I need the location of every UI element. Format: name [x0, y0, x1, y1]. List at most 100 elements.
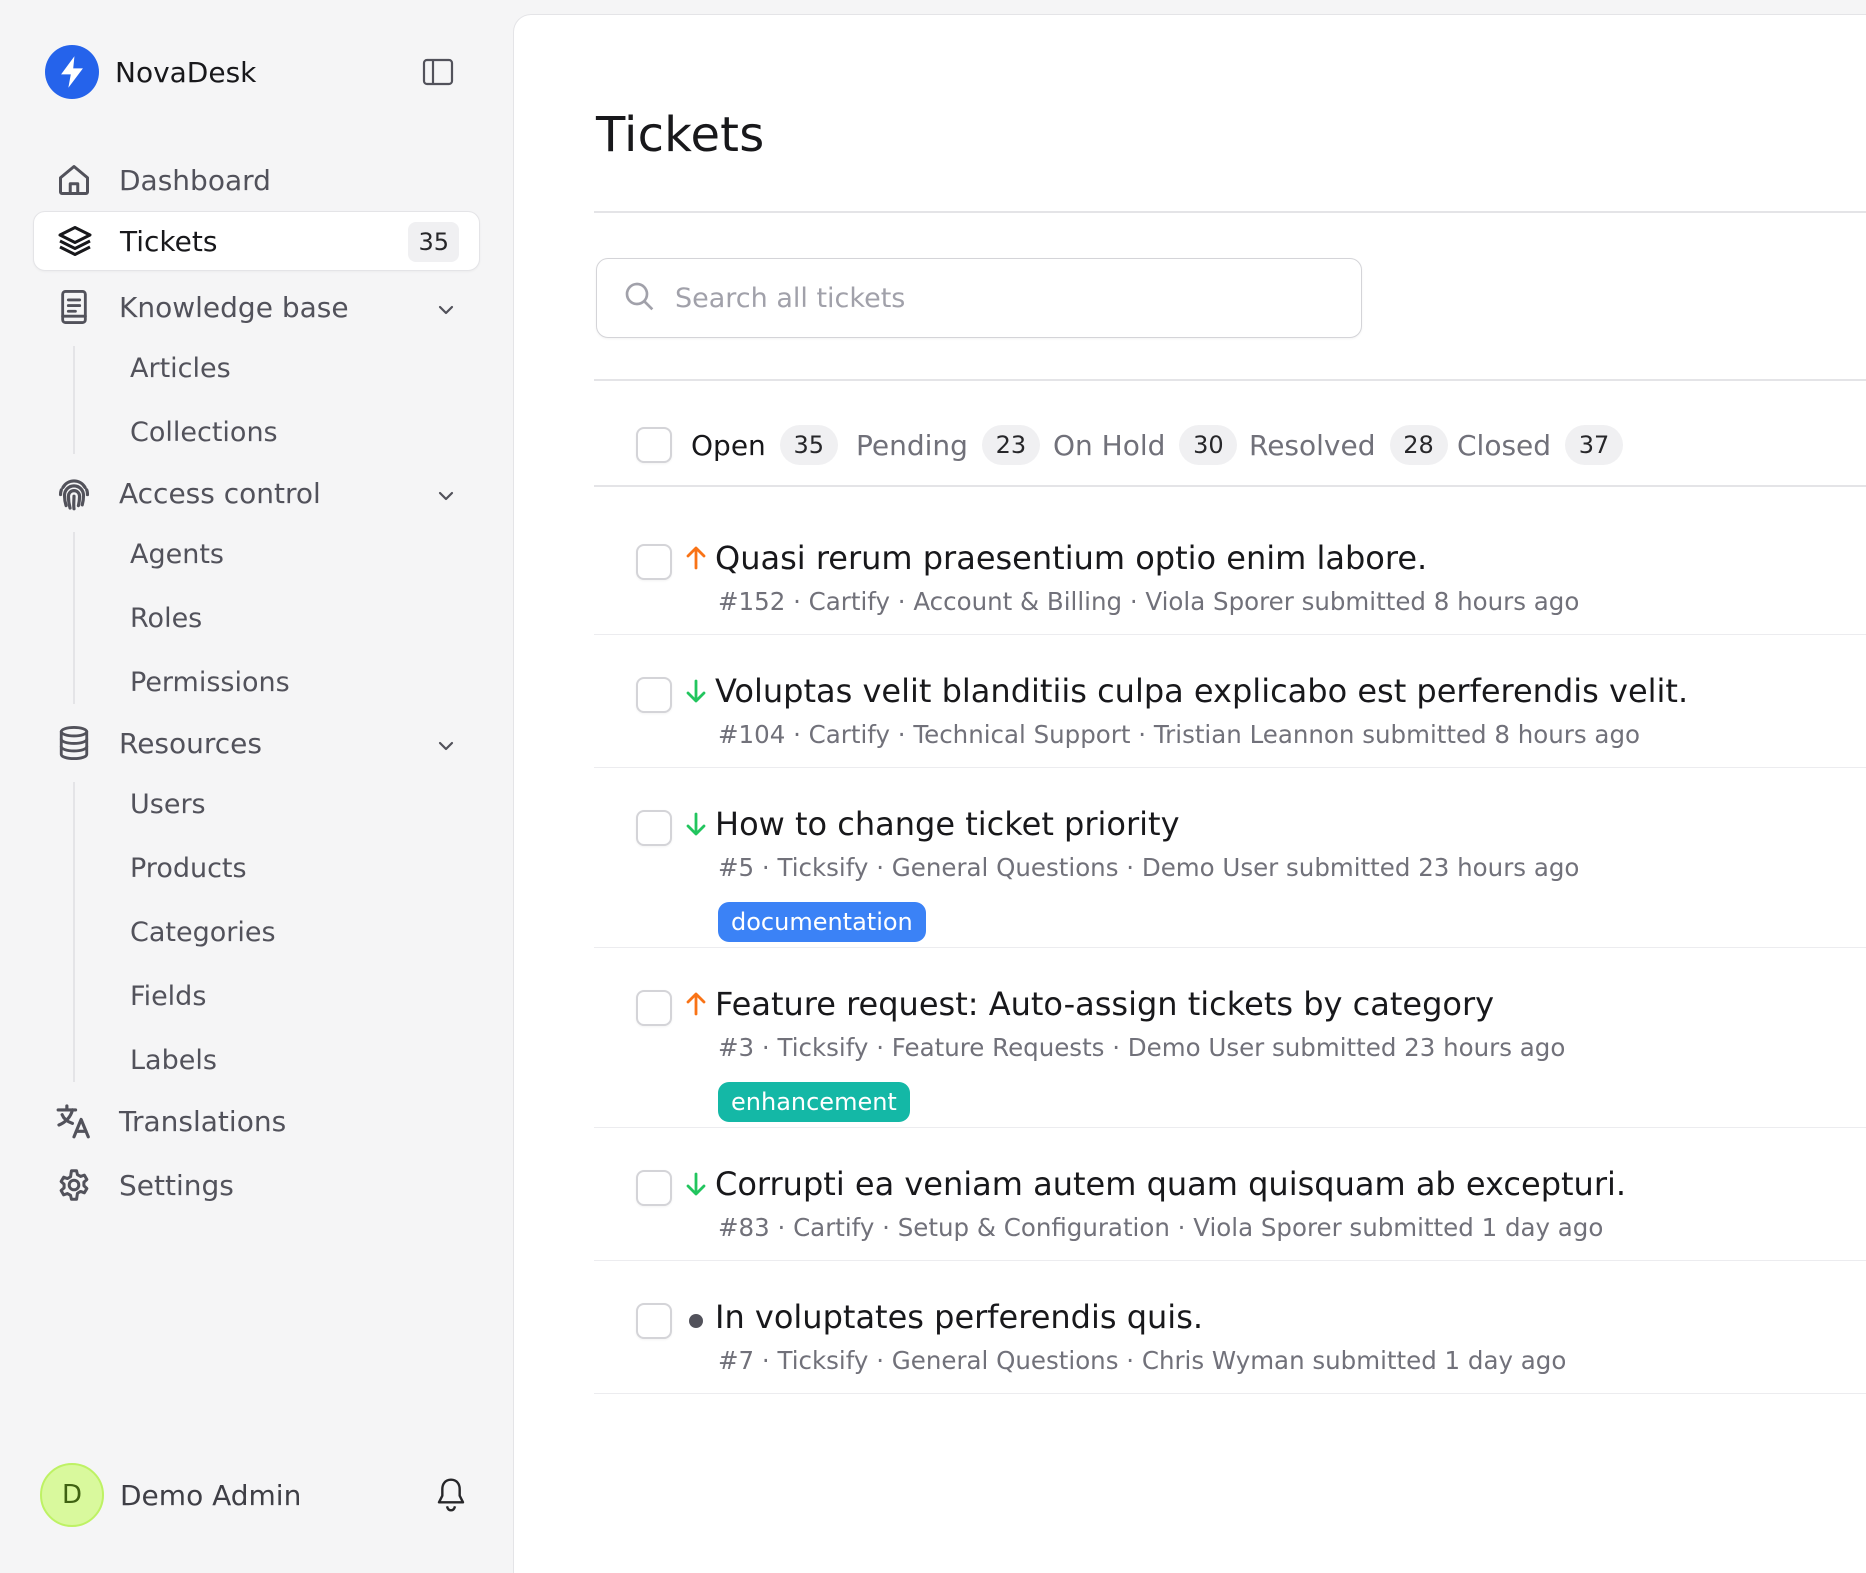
ticket-checkbox[interactable]: [636, 810, 672, 846]
ticket-checkbox[interactable]: [636, 544, 672, 580]
app-root: NovaDesk Dashboard Tickets 35 Knowledge bas…: [0, 0, 1866, 1573]
sidebar-item-label: Tickets: [120, 224, 218, 258]
ticket-row[interactable]: How to change ticket priority #5 · Ticksi…: [594, 768, 1866, 948]
user-menu[interactable]: D Demo Admin: [40, 1462, 472, 1528]
sidebar-item-label: Dashboard: [119, 163, 271, 197]
ticket-title[interactable]: Corrupti ea veniam autem quam quisquam a…: [715, 1165, 1626, 1203]
fingerprint-icon: [54, 473, 94, 513]
tab-count-badge: 30: [1179, 425, 1238, 465]
ticket-checkbox[interactable]: [636, 677, 672, 713]
tab-count-badge: 35: [779, 425, 838, 465]
sidebar-item-resources[interactable]: Resources: [33, 711, 480, 775]
ticket-meta: #7 · Ticksify · General Questions · Chri…: [718, 1346, 1567, 1375]
ticket-row[interactable]: Corrupti ea veniam autem quam quisquam a…: [594, 1128, 1866, 1261]
dot-icon: [680, 1305, 712, 1337]
ticket-title[interactable]: In voluptates perferendis quis.: [715, 1298, 1203, 1336]
sidebar-item-knowledge[interactable]: Knowledge base: [33, 275, 480, 339]
arrow-up-icon: [680, 542, 712, 574]
arrow-down-icon: [680, 808, 712, 840]
brand-name: NovaDesk: [115, 55, 257, 89]
ticket-checkbox[interactable]: [636, 1303, 672, 1339]
arrow-down-icon: [680, 1168, 712, 1200]
tab-open[interactable]: Open 35: [691, 422, 838, 468]
ticket-list: Quasi rerum praesentium optio enim labor…: [594, 502, 1866, 1394]
divider: [594, 485, 1866, 487]
brand[interactable]: NovaDesk: [45, 44, 256, 100]
divider: [594, 211, 1866, 213]
ticket-title[interactable]: Quasi rerum praesentium optio enim labor…: [715, 539, 1427, 577]
ticket-meta: #104 · Cartify · Technical Support · Tri…: [718, 720, 1640, 749]
sidebar-item-label: Resources: [119, 726, 262, 760]
chevron-down-icon[interactable]: [436, 736, 456, 756]
subnav-item-roles[interactable]: Roles: [33, 586, 480, 650]
ticket-title[interactable]: Feature request: Auto-assign tickets by …: [715, 985, 1494, 1023]
ticket-title[interactable]: Voluptas velit blanditiis culpa explicab…: [715, 672, 1688, 710]
database-icon: [54, 723, 94, 763]
ticket-checkbox[interactable]: [636, 990, 672, 1026]
sidebar-item-label: Knowledge base: [119, 290, 349, 324]
count-badge: 35: [408, 222, 459, 262]
sidebar-item-label: Translations: [119, 1104, 287, 1138]
label-badge[interactable]: enhancement: [718, 1082, 910, 1122]
subnav-item-categories[interactable]: Categories: [33, 900, 480, 964]
tab-label: Resolved: [1249, 428, 1376, 462]
home-icon: [54, 160, 94, 200]
book-icon: [54, 287, 94, 327]
sidebar-item-label: Access control: [119, 476, 321, 510]
sidebar-item-access[interactable]: Access control: [33, 461, 480, 525]
ticket-row[interactable]: Feature request: Auto-assign tickets by …: [594, 948, 1866, 1128]
tab-on-hold[interactable]: On Hold 30: [1053, 422, 1238, 468]
ticket-meta: #83 · Cartify · Setup & Configuration · …: [718, 1213, 1604, 1242]
main-panel: Tickets Open 35 Pending 23 On Hold 30 Resolved…: [513, 14, 1866, 1573]
sidebar-item-translations[interactable]: Translations: [33, 1089, 480, 1153]
label-badge[interactable]: documentation: [718, 902, 926, 942]
subnav-item-collections[interactable]: Collections: [33, 400, 480, 464]
ticket-row[interactable]: Voluptas velit blanditiis culpa explicab…: [594, 635, 1866, 768]
sidebar-toggle-icon[interactable]: [418, 52, 458, 92]
search-box[interactable]: [596, 258, 1362, 338]
select-all-checkbox[interactable]: [636, 427, 672, 463]
subnav-item-products[interactable]: Products: [33, 836, 480, 900]
subnav-resources: Users Products Categories Fields Labels: [33, 772, 480, 1092]
tab-count-badge: 23: [981, 425, 1040, 465]
search-icon: [623, 280, 655, 316]
search-input[interactable]: [675, 282, 1315, 314]
ticket-row[interactable]: Quasi rerum praesentium optio enim labor…: [594, 502, 1866, 635]
gear-icon: [54, 1165, 94, 1205]
ticket-checkbox[interactable]: [636, 1170, 672, 1206]
chevron-down-icon[interactable]: [436, 300, 456, 320]
user-name: Demo Admin: [120, 1478, 302, 1512]
arrow-down-icon: [680, 675, 712, 707]
ticket-row[interactable]: In voluptates perferendis quis. #7 · Tick…: [594, 1261, 1866, 1394]
subnav-item-users[interactable]: Users: [33, 772, 480, 836]
tab-label: Pending: [856, 428, 968, 462]
tab-count-badge: 28: [1389, 425, 1448, 465]
tab-count-badge: 37: [1565, 425, 1624, 465]
avatar: D: [40, 1463, 104, 1527]
sidebar-item-label: Settings: [119, 1168, 234, 1202]
tab-closed[interactable]: Closed 37: [1457, 422, 1624, 468]
sidebar-item-dashboard[interactable]: Dashboard: [33, 148, 480, 212]
subnav-item-labels[interactable]: Labels: [33, 1028, 480, 1092]
chevron-down-icon[interactable]: [436, 486, 456, 506]
tab-label: Closed: [1457, 428, 1552, 462]
sidebar-nav: Dashboard Tickets 35 Knowledge base Articles…: [33, 148, 480, 1217]
tab-pending[interactable]: Pending 23: [856, 422, 1040, 468]
subnav-item-agents[interactable]: Agents: [33, 522, 480, 586]
ticket-title[interactable]: How to change ticket priority: [715, 805, 1180, 843]
ticket-meta: #5 · Ticksify · General Questions · Demo…: [718, 853, 1580, 882]
status-tabs: Open 35 Pending 23 On Hold 30 Resolved 28 Closed…: [594, 380, 1866, 486]
sidebar: NovaDesk Dashboard Tickets 35 Knowledge bas…: [0, 0, 513, 1573]
layers-icon: [55, 221, 95, 261]
sidebar-item-tickets[interactable]: Tickets 35: [33, 211, 480, 271]
subnav-item-fields[interactable]: Fields: [33, 964, 480, 1028]
subnav-item-permissions[interactable]: Permissions: [33, 650, 480, 714]
sidebar-item-settings[interactable]: Settings: [33, 1153, 480, 1217]
translate-icon: [54, 1101, 94, 1141]
tab-label: Open: [691, 428, 766, 462]
bell-icon[interactable]: [430, 1474, 472, 1516]
ticket-meta: #152 · Cartify · Account & Billing · Vio…: [718, 587, 1580, 616]
subnav-access: Agents Roles Permissions: [33, 522, 480, 714]
tab-resolved[interactable]: Resolved 28: [1249, 422, 1448, 468]
subnav-item-articles[interactable]: Articles: [33, 336, 480, 400]
